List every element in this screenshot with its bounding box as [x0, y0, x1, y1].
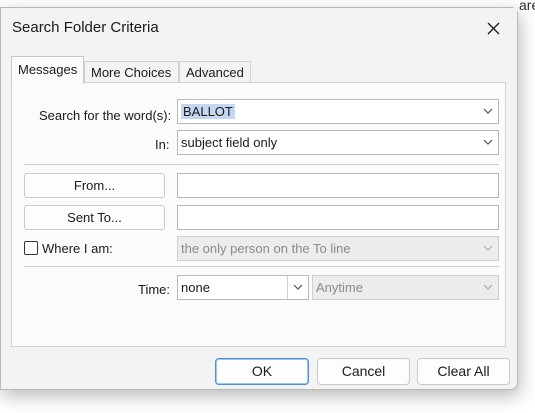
- where-i-am-dropdown-button[interactable]: [478, 237, 498, 260]
- dialog-titlebar: Search Folder Criteria: [1, 8, 517, 48]
- tab-more-choices[interactable]: More Choices: [84, 61, 179, 83]
- search-words-label: Search for the word(s):: [39, 108, 172, 123]
- chevron-down-icon: [483, 139, 493, 145]
- search-words-value: BALLOT: [181, 104, 235, 119]
- chevron-down-icon: [483, 108, 493, 114]
- close-icon: [487, 22, 500, 35]
- chevron-down-icon: [483, 245, 493, 251]
- search-words-selected-text: BALLOT: [181, 104, 235, 119]
- time-dropdown[interactable]: none: [177, 275, 309, 300]
- sent-to-button[interactable]: Sent To...: [24, 205, 165, 230]
- tab-advanced[interactable]: Advanced: [179, 61, 251, 83]
- clear-all-button[interactable]: Clear All: [417, 358, 510, 385]
- tab-label: Advanced: [186, 65, 244, 80]
- cancel-button[interactable]: Cancel: [317, 358, 410, 385]
- where-i-am-label: Where I am:: [42, 241, 113, 256]
- tab-label: Messages: [18, 62, 78, 77]
- time-dropdown-button[interactable]: [287, 276, 308, 299]
- in-label: In:: [155, 137, 170, 152]
- time-value: none: [181, 280, 210, 295]
- time-label: Time:: [138, 282, 171, 297]
- section-divider: [24, 164, 499, 165]
- tab-messages[interactable]: Messages: [11, 56, 84, 84]
- from-button[interactable]: From...: [24, 173, 165, 198]
- in-dropdown[interactable]: subject field only: [177, 130, 499, 155]
- sent-to-field[interactable]: [177, 205, 499, 230]
- time-range-dropdown[interactable]: Anytime: [312, 275, 499, 300]
- close-button[interactable]: [477, 14, 509, 42]
- where-i-am-value: the only person on the To line: [181, 241, 351, 256]
- messages-tab-panel: Search for the word(s): BALLOT In: subje…: [11, 82, 506, 347]
- where-i-am-checkbox[interactable]: [24, 241, 38, 255]
- dialog-title: Search Folder Criteria: [12, 19, 159, 36]
- time-range-value: Anytime: [316, 280, 363, 295]
- in-dropdown-button[interactable]: [478, 131, 498, 154]
- search-words-combo[interactable]: BALLOT: [177, 99, 499, 124]
- time-range-dropdown-button[interactable]: [478, 276, 498, 299]
- from-field[interactable]: [177, 173, 499, 198]
- where-i-am-dropdown[interactable]: the only person on the To line: [177, 236, 499, 261]
- background-text-fragment: are: [519, 0, 535, 13]
- in-value: subject field only: [181, 135, 278, 150]
- ok-button[interactable]: OK: [215, 358, 309, 385]
- tab-label: More Choices: [91, 65, 172, 80]
- chevron-down-icon: [483, 284, 493, 290]
- search-words-dropdown-button[interactable]: [478, 100, 498, 123]
- chevron-down-icon: [293, 284, 303, 290]
- search-folder-criteria-dialog: Search Folder Criteria Messages More Cho…: [0, 7, 518, 390]
- section-divider: [24, 266, 499, 267]
